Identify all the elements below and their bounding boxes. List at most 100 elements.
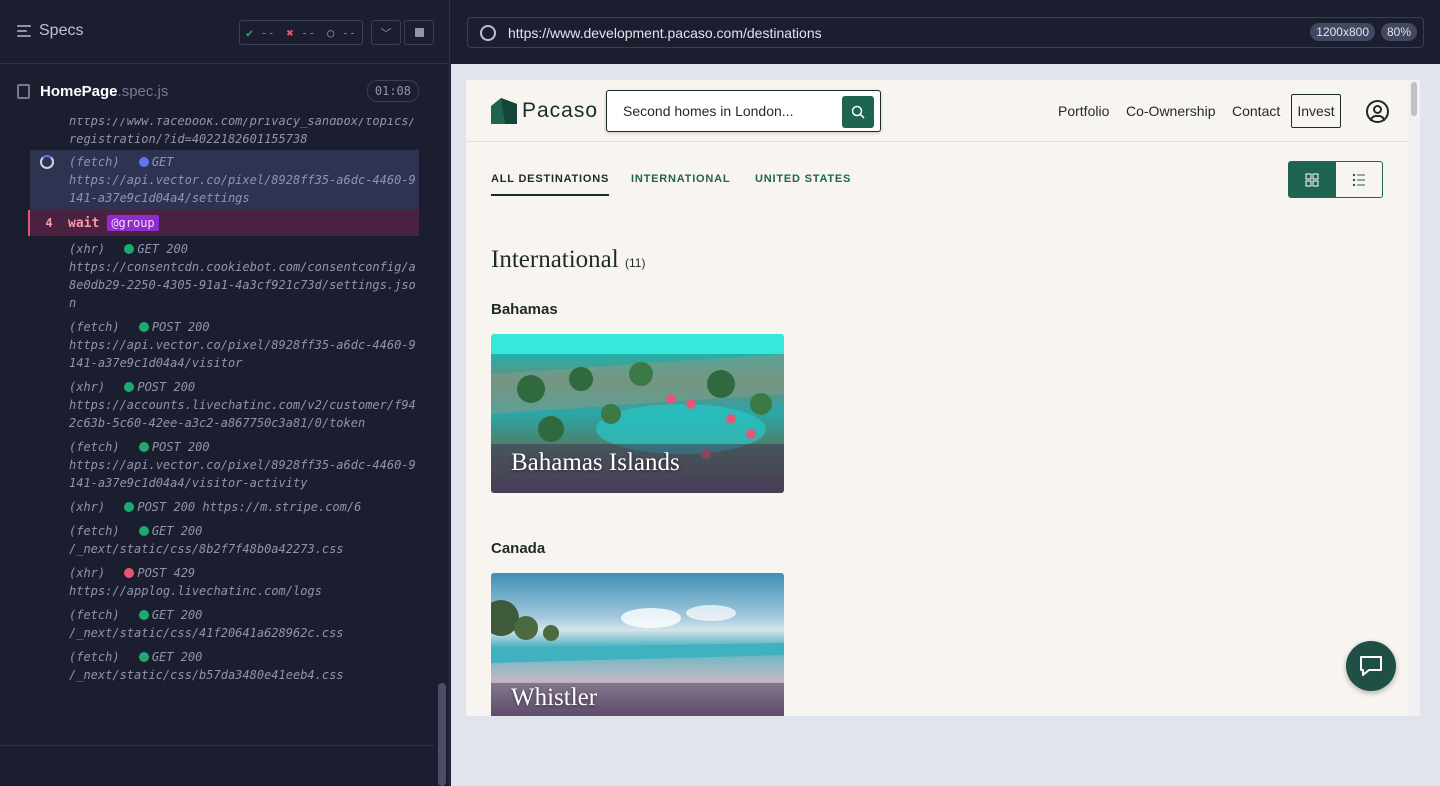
nav-contact[interactable]: Contact	[1232, 103, 1280, 119]
alias-badge: @group	[107, 215, 159, 231]
log-entry[interactable]: (fetch) POST 200 https://api.vector.co/pi…	[30, 314, 419, 374]
log-kind: (xhr)	[69, 242, 106, 256]
runner-header: Specs ✔ -- ✖ -- ○ -- ﹀	[0, 0, 450, 64]
chat-button[interactable]	[1346, 641, 1396, 691]
log-status: GET 200	[151, 650, 203, 664]
status-dot-icon	[124, 244, 135, 254]
status-dot-icon	[138, 652, 149, 662]
tab-united-states[interactable]: UNITED STATES	[755, 173, 851, 185]
log-scrollbar[interactable]	[438, 683, 446, 786]
log-status: GET 200	[151, 608, 203, 622]
search-placeholder: Second homes in London...	[623, 103, 794, 119]
log-url: /_next/static/css/b57da3480e41eeb4.css	[69, 668, 344, 682]
status-dot-icon	[138, 157, 149, 167]
destination-card[interactable]: Bahamas Islands	[491, 334, 784, 493]
log-entry-active[interactable]: (fetch) GET https://api.vector.co/pixel/…	[30, 150, 419, 210]
chat-icon	[1360, 656, 1382, 676]
log-status: GET 200	[137, 242, 188, 256]
account-icon[interactable]	[1366, 100, 1389, 123]
url-bar[interactable]: https://www.development.pacaso.com/desti…	[467, 17, 1424, 48]
section-title: International	[491, 246, 619, 273]
log-status: POST 429	[137, 566, 196, 580]
pending-icon: ○	[327, 25, 335, 40]
log-kind: (fetch)	[69, 320, 120, 334]
region-label: Canada	[491, 540, 546, 557]
request-entries: (xhr) GET 200 https://consentcdn.cookiebo…	[0, 236, 434, 686]
scroll-thumb[interactable]	[1411, 82, 1417, 116]
spec-duration: 01:08	[366, 80, 419, 102]
spec-file-row[interactable]: HomePage .spec.js 01:08	[0, 65, 434, 118]
page-scrollbar[interactable]	[1408, 80, 1420, 716]
grid-view-button[interactable]	[1289, 162, 1336, 197]
log-url: /_next/static/css/8b2f7f48b0a42273.css	[69, 542, 344, 556]
stop-button[interactable]	[404, 20, 434, 45]
passed-count: --	[260, 25, 275, 40]
card-title: Bahamas Islands	[511, 449, 680, 476]
log-entry[interactable]: (xhr) GET 200 https://consentcdn.cookiebo…	[30, 236, 419, 314]
url-text: https://www.development.pacaso.com/desti…	[508, 24, 822, 41]
log-kind: (fetch)	[69, 440, 120, 454]
log-entry[interactable]: (fetch) GET 200 /_next/static/css/b57da34…	[30, 644, 419, 686]
tab-all-destinations[interactable]: ALL DESTINATIONS	[491, 173, 610, 196]
specs-list-icon	[17, 25, 31, 37]
status-dot-icon	[138, 610, 149, 620]
nav-co-ownership[interactable]: Co-Ownership	[1126, 103, 1215, 119]
logo-wordmark: Pacaso	[522, 99, 599, 122]
status-dot-icon	[138, 526, 149, 536]
wait-command[interactable]: 4 wait @group	[28, 210, 419, 236]
log-entry[interactable]: (fetch) GET 200 /_next/static/css/41f2064…	[30, 602, 419, 644]
nav-portfolio[interactable]: Portfolio	[1058, 103, 1109, 119]
log-status: POST 200	[151, 320, 210, 334]
log-kind: (xhr)	[69, 500, 106, 514]
log-entry[interactable]: (fetch) GET 200 /_next/static/css/8b2f7f4…	[30, 518, 419, 560]
log-url: https://api.vector.co/pixel/8928ff35-a6d…	[69, 458, 416, 490]
status-dot-icon	[124, 382, 135, 392]
log-entry[interactable]: (fetch) POST 200 https://api.vector.co/pi…	[30, 434, 419, 494]
chevron-down-icon: ﹀	[380, 27, 392, 40]
list-icon	[1352, 173, 1365, 186]
status-dot-icon	[138, 442, 149, 452]
log-url: https://api.vector.co/pixel/8928ff35-a6d…	[69, 338, 416, 370]
aut-area: https://www.development.pacaso.com/desti…	[451, 0, 1440, 786]
log-entry[interactable]: (xhr) POST 429 https://applog.livechatinc…	[30, 560, 419, 602]
status-dot-icon	[124, 568, 135, 578]
pacaso-logo[interactable]: Pacaso	[491, 98, 598, 124]
site-header: Pacaso Second homes in London... Portfol…	[466, 80, 1408, 142]
globe-icon	[480, 24, 496, 41]
view-toggle	[1288, 161, 1383, 198]
log-url: https://consentcdn.cookiebot.com/consent…	[69, 260, 416, 310]
chevron-down-button[interactable]: ﹀	[371, 20, 401, 45]
command-name: wait	[68, 215, 100, 231]
pacaso-logo-icon	[491, 98, 517, 124]
command-log: https://www.facebook.com/privacy_sandbox…	[0, 118, 434, 734]
log-url: https://accounts.livechatinc.com/v2/cust…	[69, 398, 416, 430]
log-url: https://api.vector.co/pixel/8928ff35-a6d…	[69, 173, 416, 205]
destination-card[interactable]: Whistler	[491, 573, 784, 716]
url-header: https://www.development.pacaso.com/desti…	[451, 0, 1440, 64]
stop-icon	[414, 28, 424, 37]
region-label: Bahamas	[491, 301, 558, 318]
log-url: https://applog.livechatinc.com/logs	[69, 584, 322, 598]
log-kind: (fetch)	[69, 524, 120, 538]
list-view-button[interactable]	[1336, 162, 1383, 197]
search-button[interactable]	[842, 96, 874, 128]
zoom-badge[interactable]: 80%	[1380, 23, 1417, 41]
viewport-badge[interactable]: 1200x800	[1310, 23, 1375, 41]
search-icon	[851, 105, 865, 119]
log-kind: (xhr)	[69, 566, 106, 580]
command-log-panel: Specs ✔ -- ✖ -- ○ -- ﹀ HomePage .spec.js …	[0, 0, 450, 786]
log-entry[interactable]: https://www.facebook.com/privacy_sandbox…	[30, 118, 419, 150]
destination-search[interactable]: Second homes in London...	[606, 90, 881, 132]
log-method: GET	[151, 155, 174, 169]
log-status: POST 200 https://m.stripe.com/6	[137, 500, 362, 514]
log-entry[interactable]: (xhr) POST 200 https://accounts.livechati…	[30, 374, 419, 434]
loading-spinner-icon	[40, 155, 54, 169]
app-under-test: Pacaso Second homes in London... Portfol…	[466, 80, 1420, 716]
status-dot-icon	[138, 322, 149, 332]
check-icon: ✔	[245, 25, 254, 40]
invest-button[interactable]: Invest	[1291, 94, 1341, 128]
log-entry[interactable]: (xhr) POST 200 https://m.stripe.com/6	[30, 494, 419, 518]
tab-international[interactable]: INTERNATIONAL	[631, 173, 730, 185]
specs-button[interactable]: Specs	[17, 22, 83, 40]
log-status: POST 200	[151, 440, 210, 454]
